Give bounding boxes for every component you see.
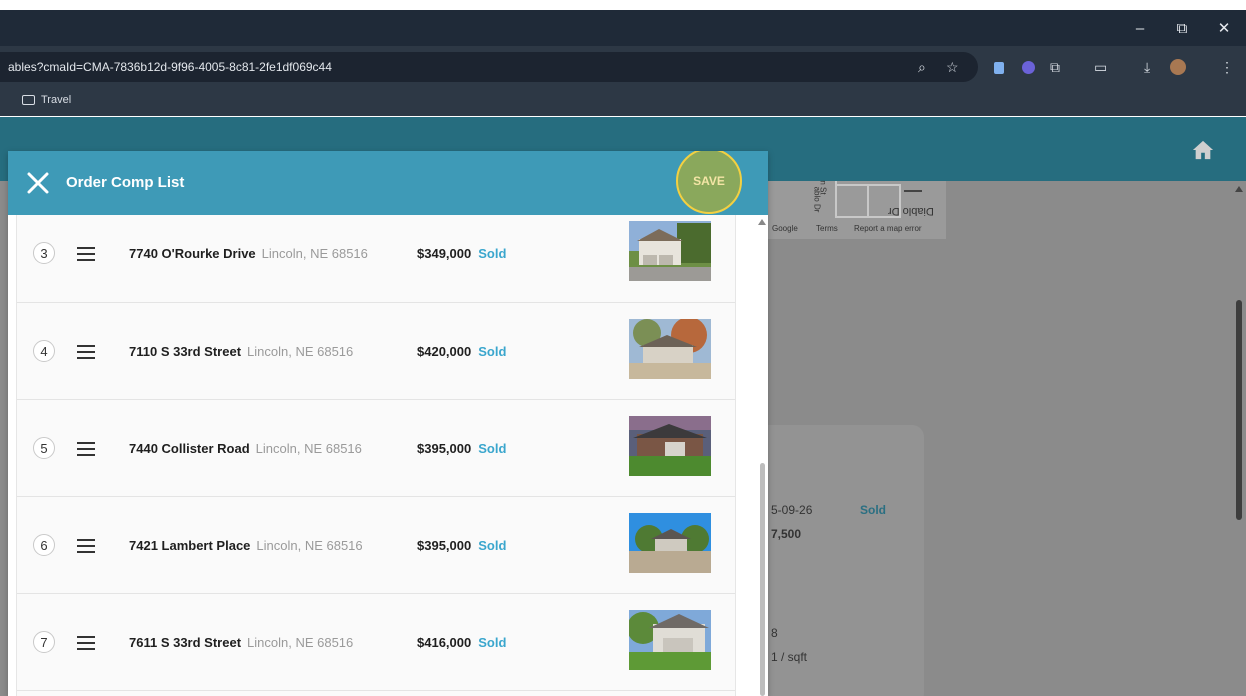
extension-icon[interactable] xyxy=(994,62,1004,74)
bg-date: 5-09-26 xyxy=(771,503,813,517)
comp-list: 3 7740 O'Rourke Drive Lincoln, NE 68516 $… xyxy=(16,215,736,696)
list-item[interactable] xyxy=(17,691,735,696)
extension-colorful-icon[interactable] xyxy=(1022,61,1035,74)
status-badge: Sold xyxy=(478,246,507,261)
list-item[interactable]: 5 7440 Collister Road Lincoln, NE 68516 $… xyxy=(17,400,735,497)
address: 7440 Collister Road Lincoln, NE 68516 xyxy=(129,441,362,456)
status-badge: Sold xyxy=(478,635,507,650)
house-photo xyxy=(629,513,711,573)
bg-per-sqft: 1 / sqft xyxy=(771,650,808,664)
url-field[interactable]: ables?cmaId=CMA-7836b12d-9f96-4005-8c81-… xyxy=(0,52,978,82)
city: Lincoln, NE 68516 xyxy=(247,344,354,359)
page-scroll-up-icon[interactable] xyxy=(1235,186,1243,192)
restore-icon[interactable]: ⧉ xyxy=(1164,10,1200,46)
order-number-badge: 3 xyxy=(33,242,55,264)
price: $349,000 Sold xyxy=(417,246,507,261)
map-google-label: Google xyxy=(772,224,798,233)
house-photo xyxy=(629,610,711,670)
status-badge: Sold xyxy=(478,538,507,553)
price: $416,000 Sold xyxy=(417,635,507,650)
map-terms-link[interactable]: Terms xyxy=(816,224,838,233)
address: 7110 S 33rd Street Lincoln, NE 68516 xyxy=(129,344,354,359)
menu-kebab-icon[interactable]: ⋮ xyxy=(1220,60,1234,74)
house-photo xyxy=(629,221,711,281)
folder-icon xyxy=(22,95,35,105)
city: Lincoln, NE 68516 xyxy=(256,538,363,553)
bg-price: 7,500 xyxy=(771,527,802,541)
save-button[interactable]: SAVE xyxy=(676,151,742,214)
address: 7421 Lambert Place Lincoln, NE 68516 xyxy=(129,538,363,553)
close-icon[interactable] xyxy=(26,171,50,195)
bookmark-star-icon[interactable]: ☆ xyxy=(946,60,959,74)
city: Lincoln, NE 68516 xyxy=(261,246,368,261)
list-item[interactable]: 4 7110 S 33rd Street Lincoln, NE 68516 $4… xyxy=(17,303,735,400)
map-street-label: ablo Dr xyxy=(812,186,822,213)
close-window-icon[interactable]: ✕ xyxy=(1206,10,1242,46)
list-item[interactable]: 6 7421 Lambert Place Lincoln, NE 68516 $3… xyxy=(17,497,735,594)
drag-handle-icon[interactable] xyxy=(77,442,95,456)
extensions-puzzle-icon[interactable]: ⧉ xyxy=(1050,60,1060,74)
bookmark-label: Travel xyxy=(41,94,72,106)
status-badge: Sold xyxy=(478,344,507,359)
bookmarks-bar: Travel xyxy=(0,88,1246,116)
order-comp-list-modal: Order Comp List SAVE 3 7740 O'Rourke Dri… xyxy=(8,151,768,696)
list-scroll-up-icon[interactable] xyxy=(758,219,766,225)
bg-beds: 8 xyxy=(771,626,778,640)
list-scrollbar[interactable] xyxy=(760,463,765,696)
price: $395,000 Sold xyxy=(417,538,507,553)
drag-handle-icon[interactable] xyxy=(77,345,95,359)
drag-handle-icon[interactable] xyxy=(77,247,95,261)
address: 7611 S 33rd Street Lincoln, NE 68516 xyxy=(129,635,354,650)
modal-title: Order Comp List xyxy=(66,174,185,191)
address-bar-area: ables?cmaId=CMA-7836b12d-9f96-4005-8c81-… xyxy=(0,46,1246,88)
screen: – ⧉ ✕ ables?cmaId=CMA-7836b12d-9f96-4005… xyxy=(0,0,1246,696)
map-street-label: Diablo Dr xyxy=(888,205,934,217)
bookmark-folder-travel[interactable]: Travel xyxy=(22,94,71,106)
order-number-badge: 4 xyxy=(33,340,55,362)
map-report-link[interactable]: Report a map error xyxy=(854,224,922,233)
list-item[interactable]: 3 7740 O'Rourke Drive Lincoln, NE 68516 $… xyxy=(17,215,735,303)
drag-handle-icon[interactable] xyxy=(77,539,95,553)
order-number-badge: 7 xyxy=(33,631,55,653)
order-number-badge: 5 xyxy=(33,437,55,459)
browser-titlebar xyxy=(0,10,1246,46)
profile-avatar-icon[interactable] xyxy=(1170,59,1186,75)
order-number-badge: 6 xyxy=(33,534,55,556)
bg-status: Sold xyxy=(860,503,886,517)
status-badge: Sold xyxy=(478,441,507,456)
price: $395,000 Sold xyxy=(417,441,507,456)
house-photo xyxy=(629,416,711,476)
reading-mode-icon[interactable]: ▭ xyxy=(1094,60,1107,74)
drag-handle-icon[interactable] xyxy=(77,636,95,650)
page-scrollbar[interactable] xyxy=(1236,300,1242,520)
list-item[interactable]: 7 7611 S 33rd Street Lincoln, NE 68516 $4… xyxy=(17,594,735,691)
download-icon[interactable]: ⤓ xyxy=(1144,60,1150,74)
city: Lincoln, NE 68516 xyxy=(247,635,354,650)
zoom-icon[interactable]: ⌕ xyxy=(918,60,926,74)
address: 7740 O'Rourke Drive Lincoln, NE 68516 xyxy=(129,246,368,261)
house-photo xyxy=(629,319,711,379)
minimize-icon[interactable]: – xyxy=(1122,10,1158,46)
modal-header: Order Comp List SAVE xyxy=(8,151,768,215)
url-text: ables?cmaId=CMA-7836b12d-9f96-4005-8c81-… xyxy=(8,60,332,74)
city: Lincoln, NE 68516 xyxy=(255,441,362,456)
price: $420,000 Sold xyxy=(417,344,507,359)
map-snippet: n St ablo Dr Diablo Dr Google Terms Repo… xyxy=(768,180,946,239)
home-icon[interactable] xyxy=(1192,139,1214,161)
